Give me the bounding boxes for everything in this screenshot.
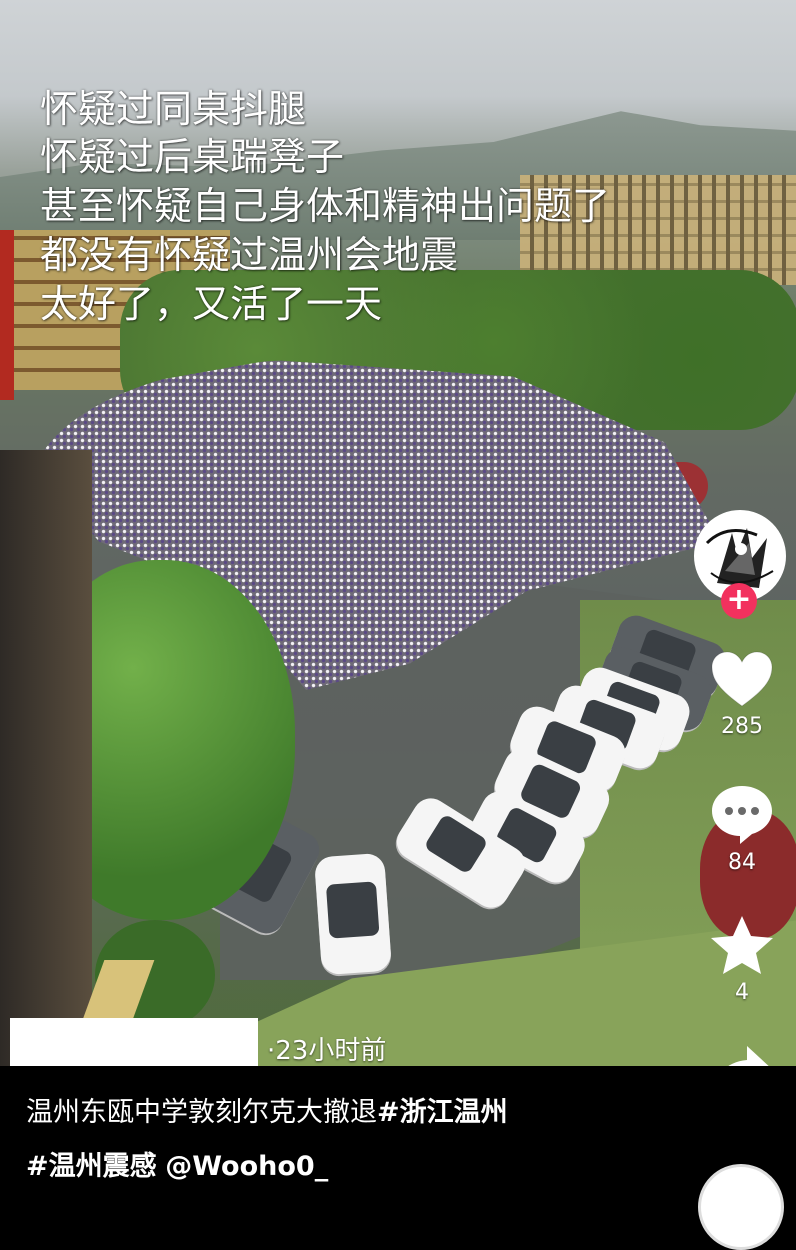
description-text: 温州东瓯中学敦刻尔克大撤退 (26, 1097, 377, 1128)
description-panel: 温州东瓯中学敦刻尔克大撤退#浙江温州 #温州震感 @Wooho0_ (0, 1066, 796, 1200)
comment-button[interactable]: 84 (700, 784, 784, 875)
like-button[interactable]: 285 (700, 650, 784, 739)
caption-line-1: 怀疑过同桌抖腿 (40, 87, 307, 131)
author-name-redacted[interactable] (10, 1018, 258, 1068)
favorite-count: 4 (735, 980, 749, 1005)
hashtag-wenzhou-tremor[interactable]: #温州震感 (26, 1151, 157, 1182)
window-frame (0, 450, 92, 1066)
building-red-trim (0, 230, 14, 400)
user-mention[interactable]: @Wooho0_ (165, 1151, 328, 1182)
caption-line-4: 都没有怀疑过温州会地震 (40, 233, 459, 277)
hashtag-zhejiang-wenzhou[interactable]: #浙江温州 (377, 1097, 508, 1128)
favorite-button[interactable]: 4 (700, 914, 784, 1005)
comment-count: 84 (728, 850, 756, 875)
comment-icon (712, 786, 772, 844)
description-line-2: #温州震感 @Wooho0_ (26, 1144, 328, 1183)
post-time: ·23小时前 (267, 1036, 387, 1066)
follow-button[interactable]: + (721, 583, 757, 619)
plus-icon: + (726, 582, 752, 617)
caption-line-2: 怀疑过后桌踹凳子 (40, 135, 345, 179)
caption-line-5: 太好了，又活了一天 (40, 282, 383, 326)
music-disc-avatar[interactable] (698, 1164, 784, 1250)
description-line-1: 温州东瓯中学敦刻尔克大撤退#浙江温州 (26, 1090, 508, 1129)
star-icon (711, 916, 773, 974)
caption-line-3: 甚至怀疑自己身体和精神出问题了 (40, 184, 611, 228)
like-count: 285 (721, 714, 763, 739)
heart-icon (711, 651, 773, 707)
parked-car (313, 852, 393, 976)
